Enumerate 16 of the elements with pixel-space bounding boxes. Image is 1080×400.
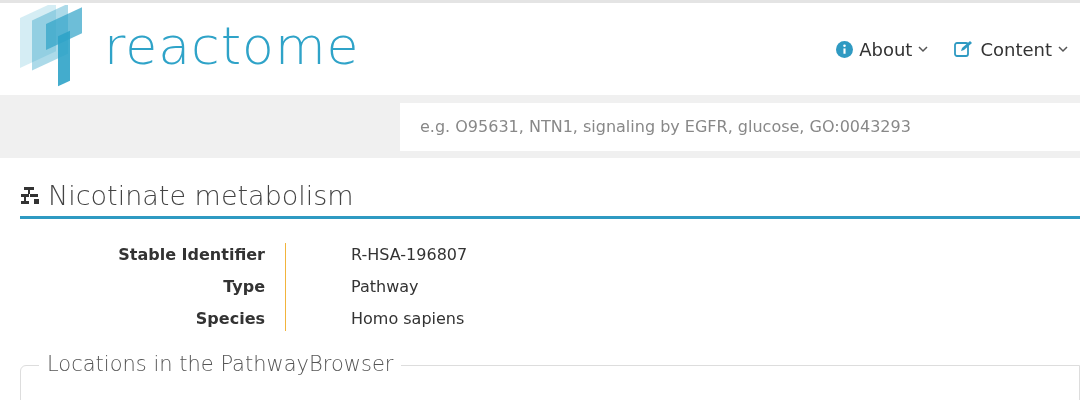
detail-value: Pathway [351,276,420,298]
detail-label: Species [194,308,266,330]
caret-icon [918,45,929,53]
search-field[interactable]: e.g. O95631, NTN1, signaling by EGFR, glucose, GO:0043293 [400,102,1080,151]
nav-link[interactable]: About [836,38,929,60]
detail-value: Homo sapiens [351,308,466,330]
edit-icon [954,40,975,58]
detail-label: Type [222,276,266,298]
caret-icon [1058,45,1068,53]
page-title: Nicotinate metabolism [48,180,354,211]
info-icon [836,40,854,58]
detail-value: R-HSA-196807 [351,244,469,266]
nav-link[interactable]: Content [954,38,1068,60]
section-legend: Locations in the PathwayBrowser [39,352,402,376]
detail-label: Stable Identifier [117,244,266,266]
diagram-icon [20,185,40,206]
